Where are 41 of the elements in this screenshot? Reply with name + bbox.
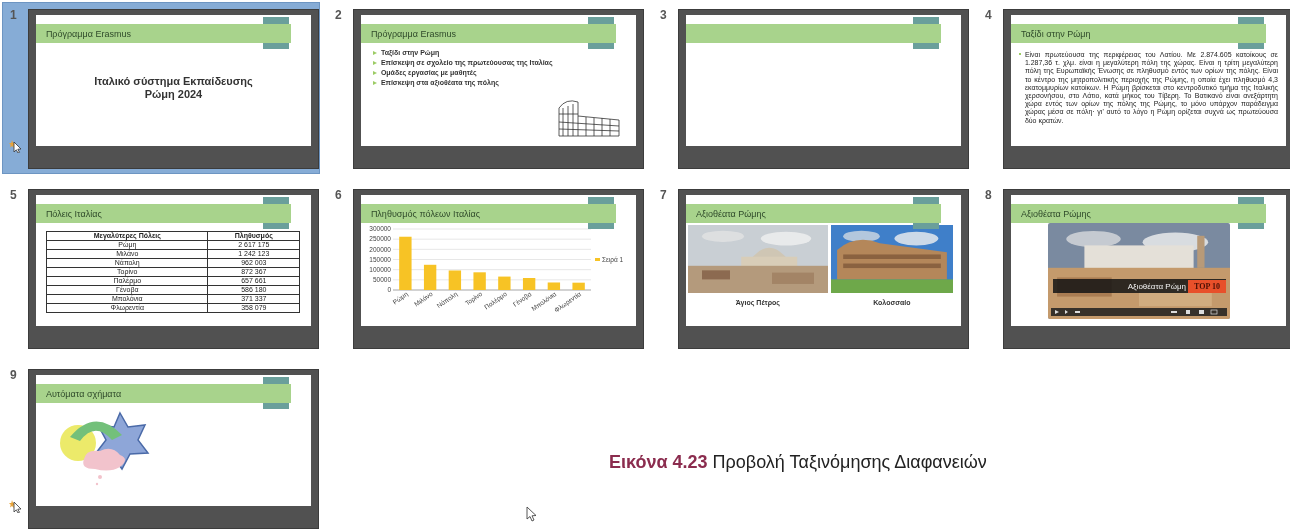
video-player[interactable]: Αξιοθέατα Ρώμη TOP 10 (1047, 223, 1230, 319)
slide-number: 4 (984, 9, 993, 21)
slide-number: 1 (9, 9, 18, 21)
bullet-icon (372, 80, 377, 85)
video-title: Αξιοθέατα Ρώμη (1127, 281, 1187, 291)
bar (448, 270, 461, 290)
bar (547, 282, 560, 290)
video-badge: TOP 10 (1188, 279, 1226, 293)
slide-subtitle: Ιταλικό σύστημα Εκπαίδευσης (94, 74, 253, 88)
slide-title: Αυτόματα σχήματα (45, 388, 122, 399)
bar (399, 236, 412, 290)
bar (572, 282, 585, 290)
bar (522, 278, 536, 290)
slide-title: Ταξίδι στην Ρώμη (1020, 28, 1091, 39)
slide-number: 2 (334, 9, 343, 21)
figure-caption: Εικόνα 4.23 Προβολή Ταξινόμησης Διαφανειών (609, 452, 987, 472)
mouse-pointer-icon (526, 506, 538, 522)
slide-thumbnail[interactable]: 1 Πρόγραμμα Erasmus Ιταλικό σύστημα Εκπαίδευσης Ρώμη 2024 (2, 2, 320, 174)
bar (423, 264, 437, 290)
slide-number: 9 (9, 369, 18, 381)
slide-thumbnail[interactable]: 9 Αυτόματα σχήματα (2, 362, 320, 532)
slide-title: Αξιοθέατα Ρώμης (695, 208, 766, 219)
slide-title: Πόλεις Ιταλίας (45, 208, 102, 219)
slide-number: 8 (984, 189, 993, 201)
slide-subtitle: Ρώμη 2024 (144, 87, 203, 101)
slide-number: 3 (659, 9, 668, 21)
slide-title: Πρόγραμμα Erasmus (45, 28, 131, 39)
slide-thumbnail[interactable]: 8 Αξιοθέατα Ρώμης Αξιοθέατα Ρώμη TOP 10 (977, 182, 1290, 354)
slide-number: 7 (659, 189, 668, 201)
bullet-icon (372, 50, 377, 55)
bar (473, 272, 486, 290)
slide-title: Πληθυσμός πόλεων Ιταλίας (370, 208, 481, 219)
slide-thumbnail[interactable]: 3 (652, 2, 970, 174)
slide-number: 5 (9, 189, 18, 201)
slide-title: Αξιοθέατα Ρώμης (1020, 208, 1091, 219)
slide-number: 6 (334, 189, 343, 201)
bar (498, 276, 511, 290)
slide-title: Πρόγραμμα Erasmus (370, 28, 456, 39)
legend-swatch (594, 258, 600, 261)
bullet-icon (372, 60, 377, 65)
bullet-icon (372, 70, 377, 75)
